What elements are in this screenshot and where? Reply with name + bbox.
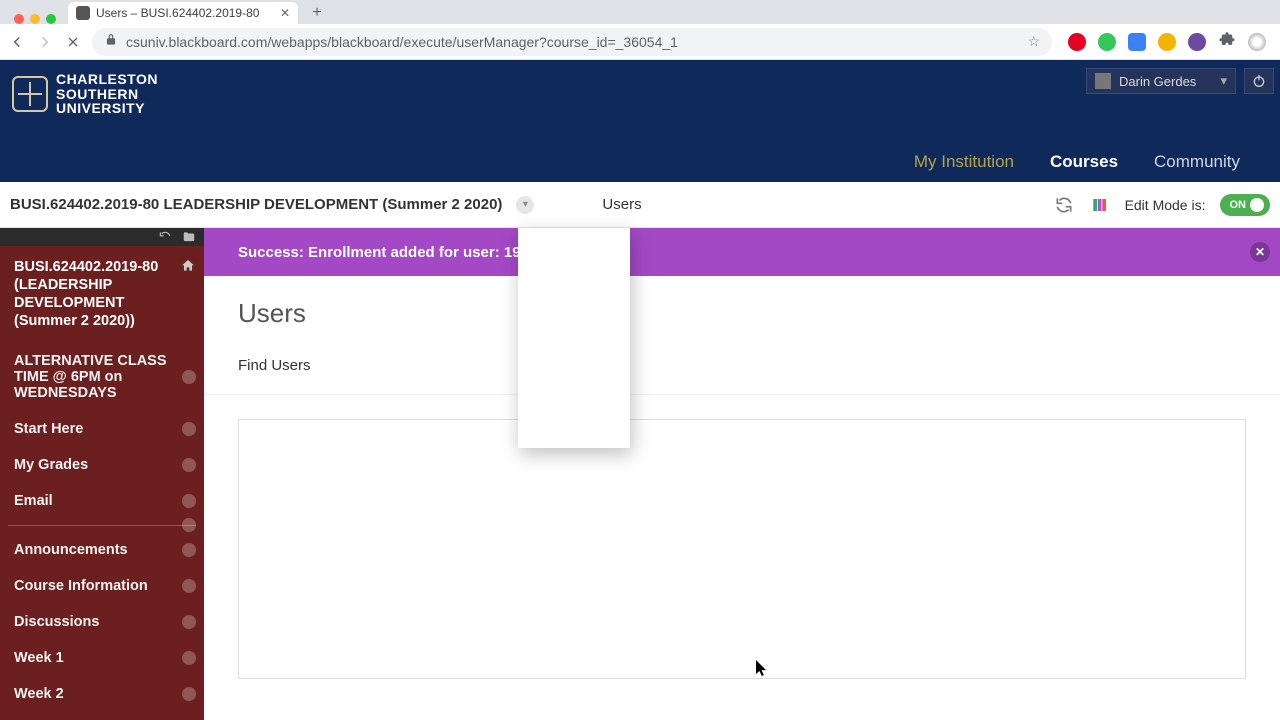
- menu-dot-icon[interactable]: [182, 458, 196, 472]
- sidebar-toolbar: [0, 228, 204, 246]
- edit-mode-label: Edit Mode is:: [1125, 197, 1206, 213]
- sidebar-gutter[interactable]: [0, 228, 10, 246]
- sidebar-refresh-icon[interactable]: [158, 230, 172, 244]
- sidebar-item-announcements[interactable]: Announcements: [0, 532, 204, 568]
- user-menu[interactable]: Darin Gerdes ▾: [1086, 68, 1236, 94]
- blue-ext-icon[interactable]: [1128, 33, 1146, 51]
- pinterest-ext-icon[interactable]: [1068, 33, 1086, 51]
- chevron-down-icon: ▾: [1220, 73, 1227, 89]
- browser-toolbar: csuniv.blackboard.com/webapps/blackboard…: [0, 24, 1280, 60]
- sidebar-item-course-information[interactable]: Course Information: [0, 568, 204, 604]
- sidebar-item-discussions[interactable]: Discussions: [0, 604, 204, 640]
- minimize-window-icon[interactable]: [30, 14, 40, 24]
- find-users-label: Find Users: [238, 357, 311, 374]
- refresh-icon[interactable]: [1053, 194, 1075, 216]
- sidebar-item-week-2[interactable]: Week 2: [0, 676, 204, 712]
- page-title: Users: [238, 298, 1280, 329]
- menu-dot-icon[interactable]: [182, 615, 196, 629]
- sidebar-item-week-1[interactable]: Week 1: [0, 640, 204, 676]
- sidebar-divider: [8, 525, 196, 526]
- institution-name: CHARLESTON SOUTHERN UNIVERSITY: [56, 72, 158, 116]
- forward-button[interactable]: [36, 33, 54, 51]
- results-panel: [238, 419, 1246, 679]
- find-users-row: Find Users: [204, 357, 1280, 395]
- main-content: Success: Enrollment added for user: 1938…: [204, 228, 1280, 720]
- sidebar-course-title[interactable]: BUSI.624402.2019-80 (LEADERSHIP DEVELOPM…: [0, 246, 204, 343]
- extensions: [1062, 30, 1272, 53]
- tab-close-icon[interactable]: ✕: [280, 6, 290, 20]
- yellow-ext-icon[interactable]: [1158, 33, 1176, 51]
- tab-favicon: [76, 6, 90, 20]
- menu-dot-icon[interactable]: [182, 494, 196, 508]
- logout-button[interactable]: [1244, 68, 1274, 94]
- breadcrumb-bar: BUSI.624402.2019-80 LEADERSHIP DEVELOPME…: [0, 182, 1280, 228]
- menu-dot-icon[interactable]: [182, 370, 196, 384]
- tab-bar: Users – BUSI.624402.2019-80 ✕ +: [0, 0, 1280, 24]
- avatar-icon: [1095, 73, 1111, 89]
- sidebar-folder-icon[interactable]: [182, 230, 196, 244]
- sidebar-item-start-here[interactable]: Start Here: [0, 411, 204, 447]
- breadcrumb-chevron-icon[interactable]: ▾: [516, 196, 534, 214]
- stop-reload-button[interactable]: [64, 33, 82, 51]
- back-button[interactable]: [8, 33, 26, 51]
- sidebar-item-my-grades[interactable]: My Grades: [0, 447, 204, 483]
- edit-mode-toggle[interactable]: ON: [1220, 194, 1271, 216]
- logo-mark-icon: [12, 76, 48, 112]
- extensions-puzzle-icon[interactable]: [1218, 30, 1236, 53]
- sidebar-item-alt-time[interactable]: ALTERNATIVE CLASS TIME @ 6PM on WEDNESDA…: [0, 343, 204, 411]
- close-window-icon[interactable]: [14, 14, 24, 24]
- toggle-knob-icon: [1250, 198, 1264, 212]
- lock-icon: [104, 33, 118, 50]
- window-controls[interactable]: [6, 10, 64, 24]
- app-header: CHARLESTON SOUTHERN UNIVERSITY Darin Ger…: [0, 60, 1280, 182]
- page-body: BUSI.624402.2019-80 (LEADERSHIP DEVELOPM…: [0, 228, 1280, 720]
- success-banner: Success: Enrollment added for user: 1938…: [204, 228, 1280, 276]
- institution-logo[interactable]: CHARLESTON SOUTHERN UNIVERSITY: [12, 72, 158, 116]
- course-sidebar: BUSI.624402.2019-80 (LEADERSHIP DEVELOPM…: [0, 228, 204, 720]
- menu-dot-icon[interactable]: [182, 422, 196, 436]
- breadcrumb-course[interactable]: BUSI.624402.2019-80 LEADERSHIP DEVELOPME…: [10, 196, 502, 213]
- browser-chrome: Users – BUSI.624402.2019-80 ✕ + csuniv.b…: [0, 0, 1280, 60]
- user-name: Darin Gerdes: [1119, 74, 1196, 89]
- browser-tab[interactable]: Users – BUSI.624402.2019-80 ✕: [68, 2, 298, 24]
- banner-close-icon[interactable]: ✕: [1250, 242, 1270, 262]
- main-nav: My Institution Courses Community: [914, 152, 1240, 172]
- theme-icon[interactable]: [1089, 194, 1111, 216]
- menu-dot-icon[interactable]: [182, 687, 196, 701]
- home-icon[interactable]: [180, 258, 196, 279]
- tab-title: Users – BUSI.624402.2019-80: [96, 6, 259, 20]
- menu-dot-icon[interactable]: [182, 651, 196, 665]
- nav-my-institution[interactable]: My Institution: [914, 152, 1014, 172]
- menu-dot-icon[interactable]: [182, 579, 196, 593]
- maximize-window-icon[interactable]: [46, 14, 56, 24]
- dropdown-panel[interactable]: [518, 228, 630, 448]
- profile-avatar-icon[interactable]: [1248, 33, 1266, 51]
- url-text: csuniv.blackboard.com/webapps/blackboard…: [126, 34, 678, 50]
- green-ext-icon[interactable]: [1098, 33, 1116, 51]
- sidebar-item-email[interactable]: Email: [0, 483, 204, 519]
- breadcrumb-page[interactable]: Users: [602, 196, 641, 213]
- menu-dot-icon[interactable]: [182, 543, 196, 557]
- menu-dot-icon[interactable]: [182, 518, 196, 532]
- bookmark-star-icon[interactable]: ☆: [1027, 33, 1040, 50]
- nav-courses[interactable]: Courses: [1050, 152, 1118, 172]
- new-tab-button[interactable]: +: [306, 2, 328, 24]
- address-bar[interactable]: csuniv.blackboard.com/webapps/blackboard…: [92, 28, 1052, 56]
- purple-ext-icon[interactable]: [1188, 33, 1206, 51]
- edit-mode-state: ON: [1230, 199, 1247, 211]
- nav-community[interactable]: Community: [1154, 152, 1240, 172]
